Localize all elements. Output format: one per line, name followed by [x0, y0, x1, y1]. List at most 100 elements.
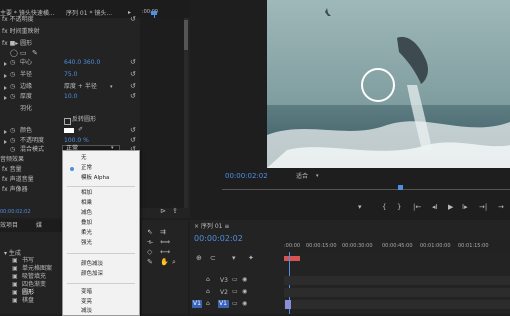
tab-sequence-clip[interactable]: 序列 01 * 镜头... — [66, 10, 112, 18]
stopwatch-icon[interactable]: ◷ — [10, 127, 15, 135]
mark-out-icon[interactable]: } — [397, 203, 401, 211]
video-clip[interactable] — [285, 300, 291, 309]
expand-thickness-icon[interactable] — [4, 96, 7, 100]
param-thickness-value[interactable]: 10.0 — [64, 93, 77, 101]
reset-icon[interactable]: ↺ — [130, 70, 136, 78]
lock-icon[interactable]: ⌂ — [206, 300, 210, 308]
reset-icon[interactable]: ↺ — [130, 92, 136, 100]
chevron-down-icon[interactable]: ▾ — [316, 172, 319, 180]
effect-controls-timecode[interactable]: 00:00:02:02 — [0, 208, 31, 216]
filter-icon[interactable]: ⊳ — [160, 207, 166, 215]
step-back-icon[interactable]: ◂I — [432, 203, 438, 211]
program-scrub-bar[interactable] — [222, 189, 510, 190]
param-opacity-value[interactable]: 100.0 % — [64, 137, 89, 145]
export-icon[interactable]: ⇪ — [172, 207, 178, 215]
rect-mask-icon[interactable]: ▭ — [20, 49, 27, 57]
stopwatch-icon[interactable]: ◷ — [10, 71, 15, 79]
invert-circle-checkbox[interactable] — [64, 118, 71, 125]
slip-tool-icon[interactable]: ⟷ — [160, 248, 170, 256]
menu-item-color-burn[interactable]: 颜色加深 — [81, 271, 103, 278]
track-select-tool-icon[interactable]: ⇉ — [160, 228, 166, 236]
project-item-write[interactable]: 书写 — [22, 257, 34, 265]
reset-icon[interactable]: ↺ — [130, 15, 136, 23]
stopwatch-icon[interactable]: ◷ — [10, 93, 15, 101]
go-to-in-icon[interactable]: |← — [413, 203, 421, 211]
chevron-down-icon[interactable]: ▾ — [110, 83, 113, 91]
project-item-four-color-gradient[interactable]: 四色渐变 — [22, 281, 46, 289]
project-item-cell-pattern[interactable]: 单元格图案 — [22, 265, 52, 273]
timeline-timecode[interactable]: 00:00:02:02 — [194, 234, 243, 244]
selection-tool-icon[interactable]: ⇖ — [147, 228, 153, 236]
expand-center-icon[interactable] — [4, 62, 7, 66]
lock-icon[interactable]: ⌂ — [206, 276, 210, 284]
stopwatch-icon[interactable]: ◷ — [10, 59, 15, 67]
ellipse-mask-icon[interactable]: ◯ — [10, 49, 18, 57]
rolling-edit-tool-icon[interactable]: ⟺ — [160, 238, 170, 246]
menu-item-overlay[interactable]: 叠加 — [81, 220, 92, 227]
go-to-out-icon[interactable]: →| — [479, 203, 487, 211]
color-swatch[interactable] — [64, 128, 74, 133]
menu-item-none[interactable]: 无 — [81, 155, 87, 162]
add-marker-icon[interactable]: ▾ — [358, 203, 362, 211]
menu-item-subtract[interactable]: 减色 — [81, 210, 92, 217]
reset-icon[interactable]: ↺ — [130, 58, 136, 66]
menu-item-normal[interactable]: 正常 — [81, 165, 92, 172]
play-icon[interactable]: ▶ — [448, 203, 453, 211]
lift-icon[interactable]: → — [498, 203, 504, 211]
param-radius-value[interactable]: 75.0 — [64, 71, 77, 79]
project-item-eyedropper-fill[interactable]: 吸管填充 — [22, 273, 46, 281]
pen-icon[interactable]: ✎ — [32, 49, 38, 57]
expand-opacity-icon[interactable] — [4, 140, 7, 144]
track-v3[interactable] — [284, 276, 510, 285]
stopwatch-icon[interactable]: ◷ — [10, 137, 15, 145]
linked-selection-icon[interactable]: ⊂ — [210, 254, 216, 262]
tab-project[interactable]: 效项目 — [0, 222, 18, 230]
lock-icon[interactable]: ⌂ — [206, 288, 210, 296]
menu-item-multiply[interactable]: 相乘 — [81, 200, 92, 207]
razor-tool-icon[interactable]: ◇ — [147, 248, 152, 256]
eye-icon[interactable]: ◉ — [242, 276, 247, 284]
program-timecode[interactable]: 00:00:02:02 — [225, 172, 268, 180]
ripple-edit-tool-icon[interactable]: ⟛ — [147, 238, 153, 246]
menu-item-darken[interactable]: 变暗 — [81, 289, 92, 296]
reset-icon[interactable]: ↺ — [130, 136, 136, 144]
menu-item-soft-light[interactable]: 柔光 — [81, 230, 92, 237]
hand-tool-icon[interactable]: ✋ — [160, 258, 169, 266]
stopwatch-icon[interactable]: ◷ — [10, 146, 15, 154]
menu-item-hard-light[interactable]: 强光 — [81, 240, 92, 247]
timeline-tab[interactable]: × 序列 01 ≡ — [194, 223, 229, 231]
circle-effect-overlay[interactable] — [361, 68, 395, 102]
menu-item-stencil-alpha[interactable]: 模板 Alpha — [81, 175, 109, 182]
step-forward-icon[interactable]: I▸ — [462, 203, 468, 211]
eyedropper-icon[interactable]: ✐ — [78, 126, 83, 134]
wrench-icon[interactable]: ✦ — [248, 254, 254, 262]
effect-controls-scroll-thumb[interactable] — [184, 20, 188, 50]
playhead-marker[interactable] — [151, 11, 157, 15]
stopwatch-icon[interactable]: ◷ — [10, 83, 15, 91]
toggle-output-icon[interactable]: ▭ — [232, 288, 238, 296]
mark-in-icon[interactable]: { — [382, 203, 386, 211]
add-marker-icon[interactable]: ▾ — [232, 254, 236, 262]
menu-item-add[interactable]: 相加 — [81, 190, 92, 197]
toggle-output-icon[interactable]: ▭ — [232, 300, 238, 308]
pen-tool-icon[interactable]: ✎ — [147, 258, 153, 266]
program-monitor-viewer[interactable] — [267, 0, 510, 168]
menu-item-lighten[interactable]: 变亮 — [81, 299, 92, 306]
expand-edge-icon[interactable] — [4, 86, 7, 90]
tab-media[interactable]: 媒 — [36, 222, 42, 230]
project-item-circle[interactable]: 圆形 — [22, 289, 34, 297]
expand-radius-icon[interactable] — [4, 74, 7, 78]
eye-icon[interactable]: ◉ — [242, 300, 247, 308]
fit-dropdown[interactable]: 适合 — [296, 173, 308, 181]
menu-item-color-dodge[interactable]: 颜色减淡 — [81, 261, 103, 268]
param-edge-dropdown[interactable]: 厚度 + 半径 — [64, 83, 97, 91]
track-v1[interactable] — [284, 300, 510, 309]
program-playhead[interactable] — [398, 185, 403, 190]
param-center-value[interactable]: 640.0 360.0 — [64, 59, 100, 67]
eye-icon[interactable]: ◉ — [242, 288, 247, 296]
snap-icon[interactable]: ⊕ — [196, 254, 202, 262]
project-item-checkerboard[interactable]: 棋盘 — [22, 297, 34, 305]
track-v2[interactable] — [284, 288, 510, 297]
zoom-tool-icon[interactable]: ⌕ — [172, 258, 176, 266]
toggle-output-icon[interactable]: ▭ — [232, 276, 238, 284]
